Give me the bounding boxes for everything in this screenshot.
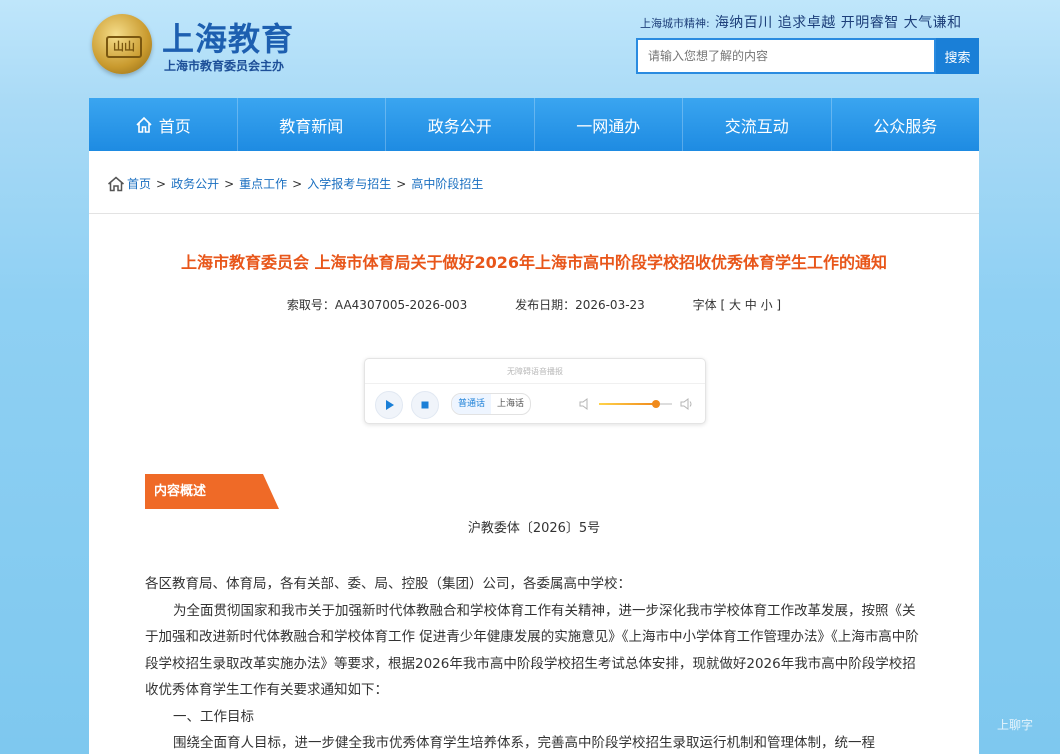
home-icon: [108, 176, 124, 191]
nav-item-label: 公众服务: [873, 116, 938, 136]
main-nav: 首页 教育新闻 政务公开 一网通办 交流互动 公众服务: [89, 98, 979, 151]
nav-item-label: 一网通办: [576, 116, 641, 136]
paragraph: 为全面贯彻国家和我市关于加强新时代体教融合和学校体育工作有关精神，进一步深化我市…: [145, 602, 919, 699]
breadcrumb-home[interactable]: 首页: [127, 175, 151, 192]
article-title: 上海市教育委员会 上海市体育局关于做好2026年上海市高中阶段学校招收优秀体育学…: [180, 253, 888, 272]
index-number: 索取号：AA4307005-2026-003: [286, 298, 468, 312]
paragraph: 围绕全面育人目标，进一步健全我市优秀体育学生培养体系，完善高中阶段学校招生录取运…: [173, 735, 875, 751]
publish-date: 发布日期：2026-03-23: [515, 298, 645, 312]
nav-item-education-news[interactable]: 教育新闻: [238, 98, 386, 151]
article-meta: 索取号：AA4307005-2026-003 发布日期：2026-03-23 字…: [89, 296, 979, 313]
search-input[interactable]: [636, 38, 936, 74]
site-title[interactable]: 上海教育: [162, 14, 294, 60]
breadcrumb-admission[interactable]: 入学报考与招生: [307, 175, 391, 192]
nav-item-online-services[interactable]: 一网通办: [535, 98, 683, 151]
nav-item-label: 政务公开: [427, 116, 492, 136]
breadcrumb: 首页 > 政务公开 > 重点工作 > 入学报考与招生 > 高中阶段招生: [107, 175, 483, 192]
city-spirit-text: 海纳百川 追求卓越 开明睿智 大气谦和: [714, 15, 962, 31]
section-tag: 内容概述: [145, 474, 279, 509]
home-icon: [136, 116, 152, 133]
nav-item-government-affairs[interactable]: 政务公开: [386, 98, 535, 151]
breadcrumb-separator: >: [224, 176, 235, 191]
volume-knob[interactable]: [651, 400, 660, 408]
paragraph: 各区教育局、体育局，各有关部、委、局、控股（集团）公司，各委属高中学校：: [145, 576, 631, 592]
logo-emblem-text: 山山: [106, 36, 142, 58]
play-button[interactable]: [375, 391, 403, 419]
city-spirit: 上海城市精神: 海纳百川 追求卓越 开明睿智 大气谦和: [640, 12, 978, 32]
stop-icon: [421, 401, 429, 409]
divider: [89, 213, 979, 214]
nav-item-home[interactable]: 首页: [89, 98, 238, 151]
city-spirit-label: 上海城市精神:: [640, 17, 710, 30]
nav-item-public-services[interactable]: 公众服务: [832, 98, 980, 151]
article-body: 各区教育局、体育局，各有关部、委、局、控股（集团）公司，各委属高中学校： 为全面…: [145, 571, 925, 754]
divider: [365, 383, 705, 384]
lang-mandarin[interactable]: 普通话: [452, 394, 492, 414]
search-button[interactable]: 搜索: [936, 38, 979, 74]
nav-item-interaction[interactable]: 交流互动: [683, 98, 832, 151]
watermark: 上聊字: [997, 718, 1034, 732]
volume-slider[interactable]: [599, 400, 672, 408]
breadcrumb-key-work[interactable]: 重点工作: [239, 175, 287, 192]
breadcrumb-high-school-admission[interactable]: 高中阶段招生: [411, 175, 483, 192]
volume-up-icon[interactable]: [680, 397, 694, 411]
volume-fill: [599, 403, 656, 405]
paragraph: 一、工作目标: [173, 708, 254, 725]
stop-button[interactable]: [411, 391, 439, 419]
nav-item-label: 首页: [158, 116, 191, 136]
play-icon: [386, 400, 394, 410]
player-caption: 无障碍语音播报: [507, 367, 563, 376]
nav-item-label: 交流互动: [724, 116, 789, 136]
volume-down-icon[interactable]: [579, 397, 591, 411]
breadcrumb-government-affairs[interactable]: 政务公开: [171, 175, 219, 192]
nav-item-label: 教育新闻: [279, 116, 344, 136]
logo-emblem-icon[interactable]: 山山: [92, 14, 152, 74]
site-header: 山山 上海教育 上海市教育委员会主办 上海城市精神: 海纳百川 追求卓越 开明睿…: [0, 0, 1060, 98]
language-switch: 普通话 上海话: [451, 393, 532, 415]
font-size-selector[interactable]: 字体 [ 大 中 小 ]: [693, 298, 781, 312]
breadcrumb-separator: >: [292, 176, 303, 191]
document-number: 沪教委体〔2026〕5号: [467, 521, 601, 536]
audio-player: 无障碍语音播报 普通话 上海话: [364, 358, 706, 424]
article-container: 首页 > 政务公开 > 重点工作 > 入学报考与招生 > 高中阶段招生 上海市教…: [89, 151, 979, 754]
breadcrumb-separator: >: [156, 176, 167, 191]
site-subtitle: 上海市教育委员会主办: [164, 59, 285, 73]
lang-shanghainese[interactable]: 上海话: [491, 394, 530, 414]
breadcrumb-separator: >: [396, 176, 407, 191]
